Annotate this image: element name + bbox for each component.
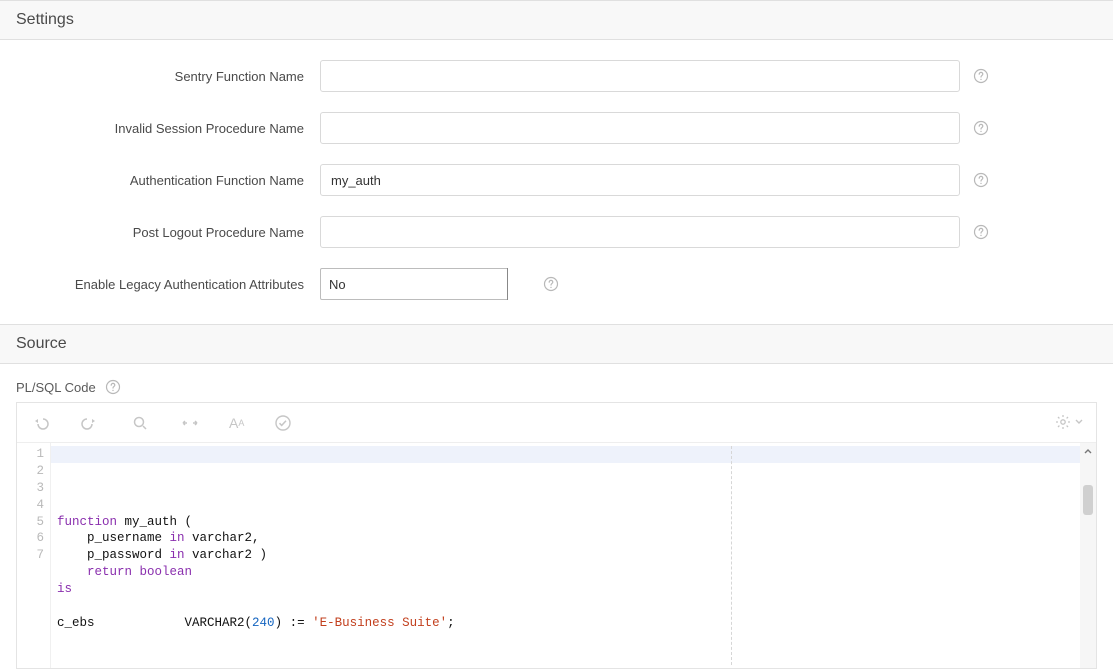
settings-gear-icon[interactable]	[1054, 411, 1084, 433]
settings-title: Settings	[16, 11, 74, 28]
undo-icon[interactable]	[29, 412, 51, 434]
input-authentication-function-name[interactable]	[320, 164, 960, 196]
settings-body: Sentry Function Name Invalid Session Pro…	[0, 40, 1113, 324]
help-icon[interactable]	[972, 119, 990, 137]
code-label-row: PL/SQL Code	[16, 378, 1097, 396]
plsql-code-label: PL/SQL Code	[16, 380, 96, 395]
font-size-icon[interactable]: AA	[229, 412, 244, 434]
search-icon[interactable]	[129, 412, 151, 434]
row-legacy: Enable Legacy Authentication Attributes …	[20, 268, 1093, 300]
label-invalid-session: Invalid Session Procedure Name	[20, 121, 320, 136]
code-text[interactable]: function my_auth ( p_username in varchar…	[51, 443, 1096, 668]
row-auth-fn: Authentication Function Name	[20, 164, 1093, 196]
help-icon[interactable]	[542, 275, 560, 293]
line-gutter: 1 2 3 4 5 6 7	[17, 443, 51, 668]
label-sentry: Sentry Function Name	[20, 69, 320, 84]
scroll-up-icon[interactable]	[1080, 443, 1096, 459]
settings-section-header: Settings	[0, 0, 1113, 40]
input-post-logout-procedure[interactable]	[320, 216, 960, 248]
help-icon[interactable]	[972, 67, 990, 85]
source-title: Source	[16, 335, 67, 352]
label-legacy: Enable Legacy Authentication Attributes	[20, 277, 320, 292]
input-sentry-function-name[interactable]	[320, 60, 960, 92]
row-sentry: Sentry Function Name	[20, 60, 1093, 92]
help-icon[interactable]	[972, 171, 990, 189]
source-body: PL/SQL Code AA	[0, 364, 1113, 669]
active-line-highlight	[51, 446, 1096, 463]
editor-toolbar: AA	[17, 403, 1096, 443]
row-invalid-session: Invalid Session Procedure Name	[20, 112, 1093, 144]
row-post-logout: Post Logout Procedure Name	[20, 216, 1093, 248]
label-auth-fn: Authentication Function Name	[20, 173, 320, 188]
help-icon[interactable]	[104, 378, 122, 396]
help-icon[interactable]	[972, 223, 990, 241]
scroll-thumb[interactable]	[1083, 485, 1093, 515]
select-enable-legacy-auth[interactable]: No	[320, 268, 530, 300]
expand-icon[interactable]	[179, 412, 201, 434]
input-invalid-session-procedure[interactable]	[320, 112, 960, 144]
source-section-header: Source	[0, 324, 1113, 364]
label-post-logout: Post Logout Procedure Name	[20, 225, 320, 240]
redo-icon[interactable]	[79, 412, 101, 434]
code-editor: AA 1 2 3 4 5 6 7 function my_auth ( p_us…	[16, 402, 1097, 669]
validate-icon[interactable]	[272, 412, 294, 434]
code-area[interactable]: 1 2 3 4 5 6 7 function my_auth ( p_usern…	[17, 443, 1096, 668]
